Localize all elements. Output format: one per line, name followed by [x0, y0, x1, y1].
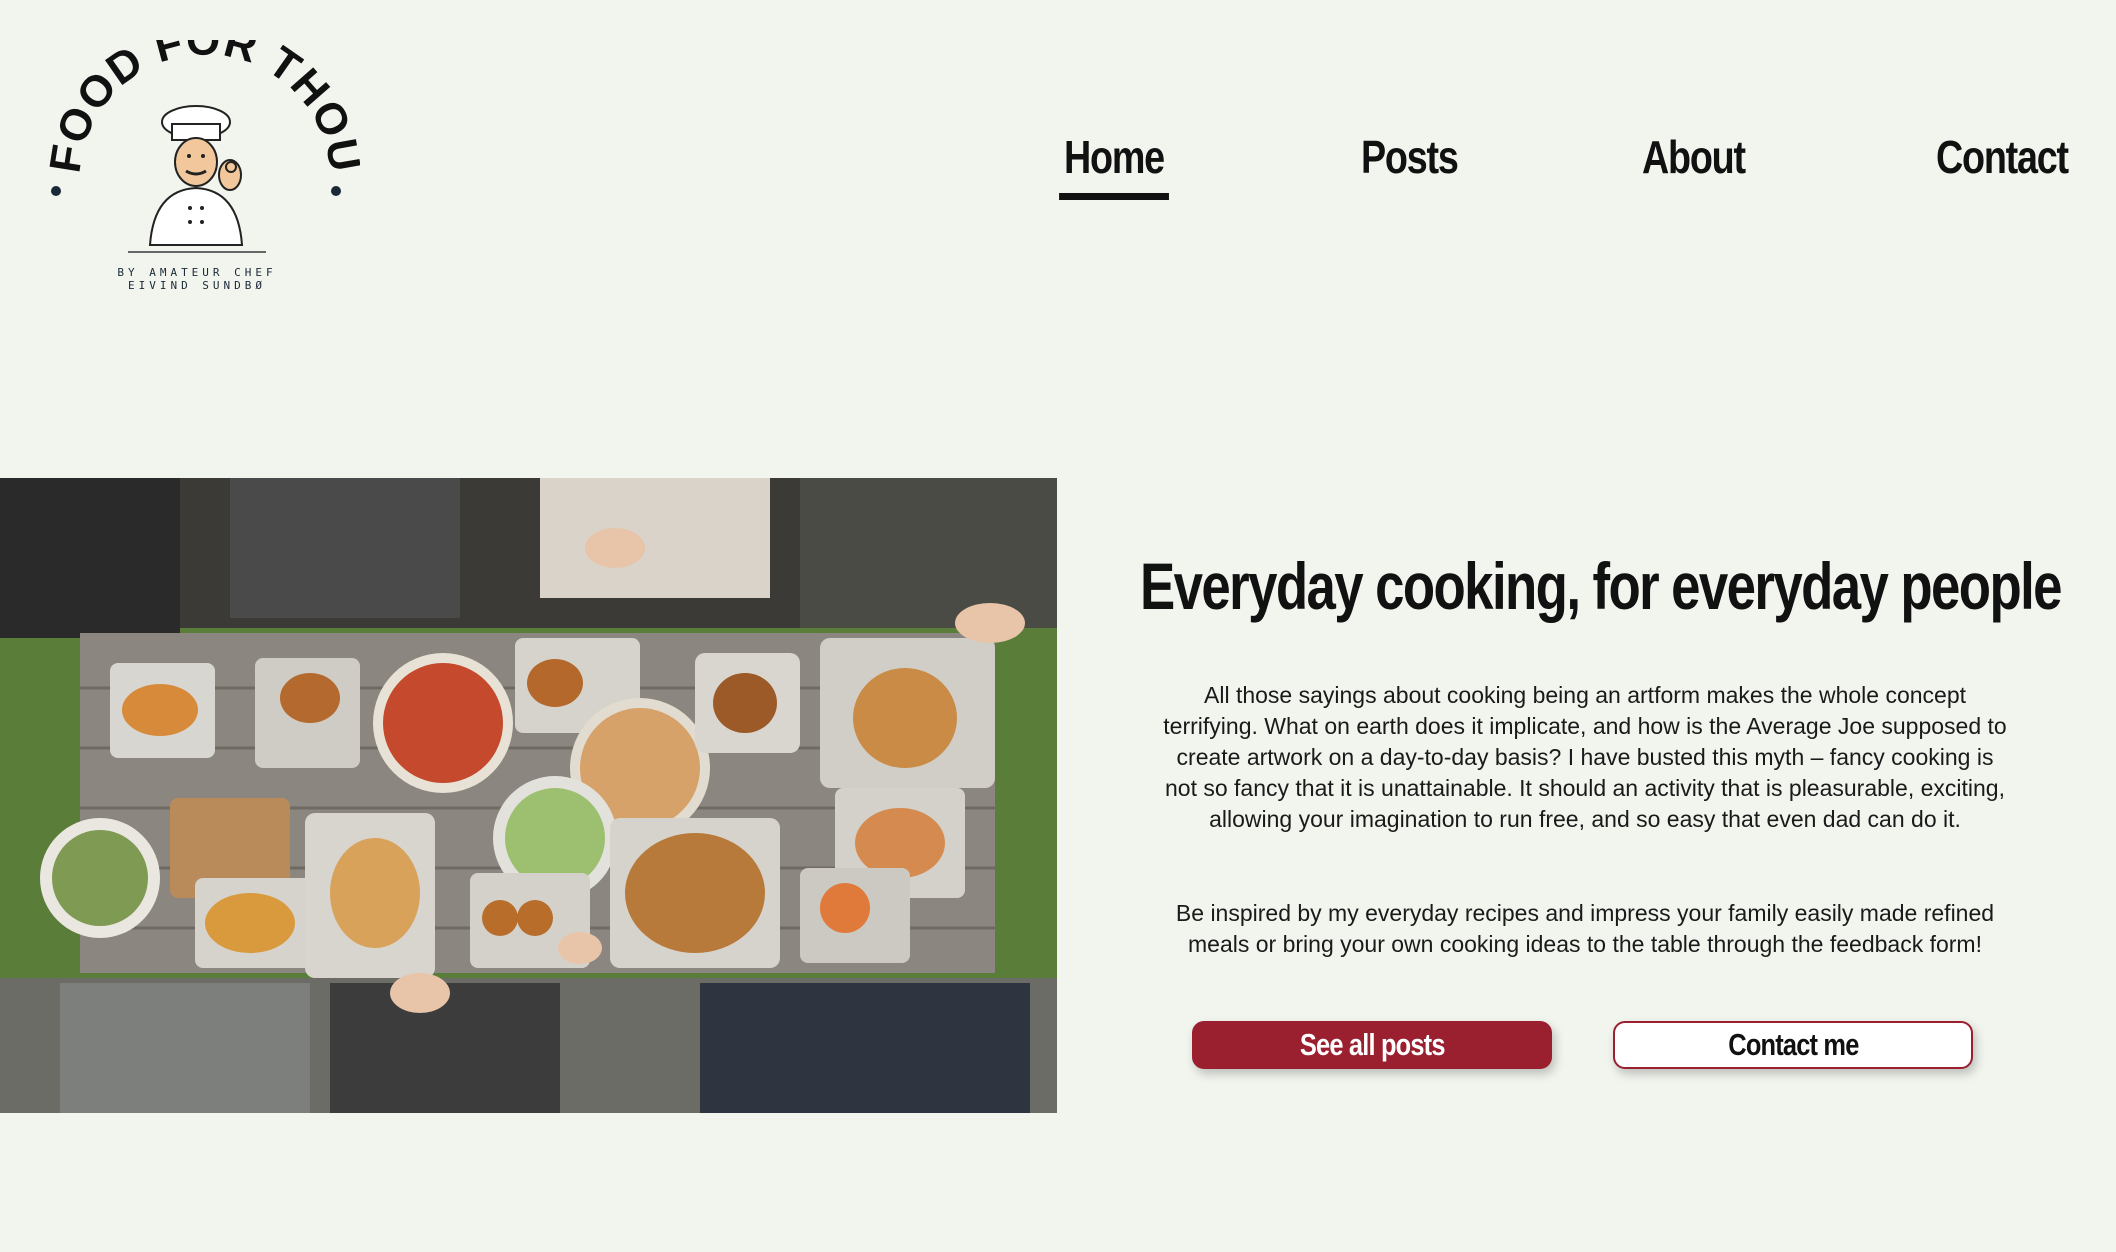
hero-title: Everyday cooking, for everyday people	[1140, 549, 2063, 623]
contact-me-label: Contact me	[1727, 1027, 1859, 1062]
logo-tagline-line2: EIVIND SUNDBØ	[128, 279, 266, 292]
food-table-illustration	[0, 478, 1057, 1113]
see-all-posts-label: See all posts	[1299, 1027, 1446, 1062]
nav-link-posts[interactable]: Posts	[1361, 130, 1459, 184]
hero-food-image	[0, 478, 1057, 1113]
nav-link-home[interactable]: Home	[1059, 130, 1169, 200]
logo-tagline-line1: BY AMATEUR CHEF	[117, 266, 276, 279]
nav-link-contact[interactable]: Contact	[1936, 130, 2069, 184]
nav-link-about[interactable]: About	[1642, 130, 1746, 184]
hero-paragraph-intro: All those sayings about cooking being an…	[1163, 682, 2007, 832]
main-nav: Home Posts About Contact	[0, 130, 2116, 210]
contact-me-button[interactable]: Contact me	[1613, 1021, 1973, 1069]
see-all-posts-button[interactable]: See all posts	[1192, 1021, 1552, 1069]
hero-paragraph-cta: Be inspired by my everyday recipes and i…	[1175, 900, 1995, 957]
